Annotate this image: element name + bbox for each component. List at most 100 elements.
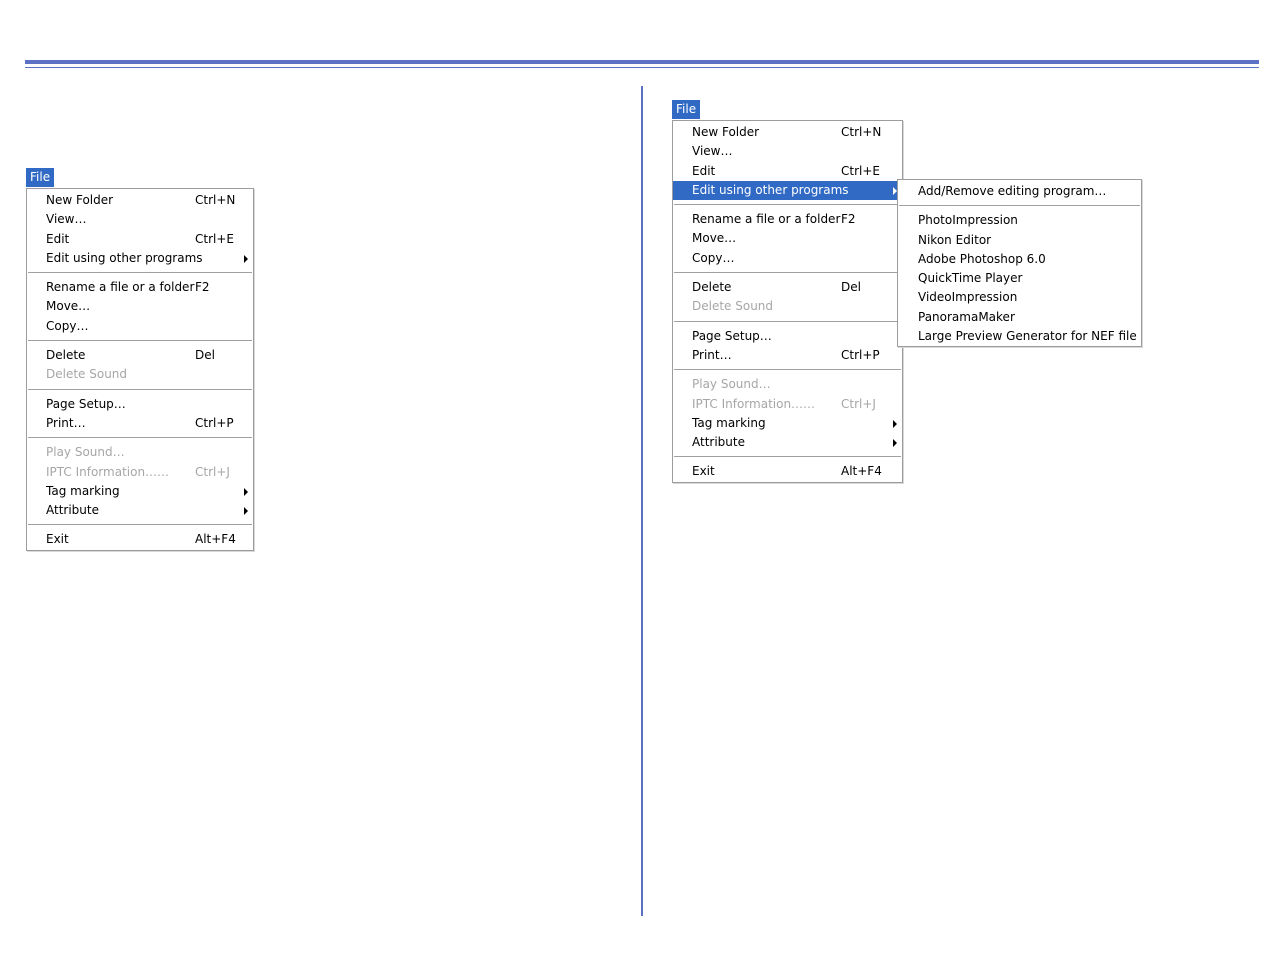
menu-item-print[interactable]: Print… Ctrl+P <box>27 414 253 433</box>
menu-item-delete[interactable]: Delete Del <box>673 278 902 297</box>
menu-item-label: Adobe Photoshop 6.0 <box>918 251 1046 266</box>
menu-item-rename[interactable]: Rename a file or a folder F2 <box>27 278 253 297</box>
submenu-item-large-preview-generator[interactable]: Large Preview Generator for NEF file <box>898 327 1141 346</box>
menu-item-label: Copy… <box>692 250 735 265</box>
file-menu-title[interactable]: File <box>672 100 701 119</box>
menu-item-new-folder[interactable]: New Folder Ctrl+N <box>27 191 253 210</box>
menu-item-delete[interactable]: Delete Del <box>27 346 253 365</box>
submenu-item-videoimpression[interactable]: VideoImpression <box>898 288 1141 307</box>
menu-item-label: View… <box>46 212 87 227</box>
menu-item-label: Delete <box>692 280 732 295</box>
menu-separator <box>673 268 902 278</box>
menu-item-label: Print… <box>692 347 732 362</box>
submenu-item-add-remove[interactable]: Add/Remove editing program… <box>898 182 1141 201</box>
menu-item-shortcut: Ctrl+P <box>195 415 234 430</box>
menu-item-label: Copy… <box>46 318 89 333</box>
menu-separator <box>27 433 253 443</box>
menu-item-label: PanoramaMaker <box>918 309 1015 324</box>
menu-separator <box>27 268 253 278</box>
menu-item-label: View… <box>692 144 733 159</box>
file-menu-title[interactable]: File <box>26 168 55 187</box>
menu-item-label: Delete Sound <box>46 367 128 382</box>
submenu-item-quicktime-player[interactable]: QuickTime Player <box>898 269 1141 288</box>
menu-item-copy[interactable]: Copy… <box>27 317 253 336</box>
menu-item-iptc-information: IPTC Information…… Ctrl+J <box>673 395 902 414</box>
menu-item-label: Nikon Editor <box>918 232 992 247</box>
menu-item-label: PhotoImpression <box>918 213 1018 228</box>
menu-item-label: Move… <box>692 231 737 246</box>
menu-item-label: Large Preview Generator for NEF file <box>918 329 1137 344</box>
menu-item-label: IPTC Information…… <box>46 464 170 479</box>
menu-item-shortcut: F2 <box>841 212 856 227</box>
menu-item-rename[interactable]: Rename a file or a folder F2 <box>673 210 902 229</box>
menu-item-label: Page Setup… <box>46 396 126 411</box>
menu-item-attribute[interactable]: Attribute <box>673 433 902 452</box>
menu-item-label: Edit using other programs <box>692 182 849 197</box>
menu-item-view[interactable]: View… <box>673 142 902 161</box>
menu-separator <box>27 520 253 530</box>
menu-item-label: Tag marking <box>46 483 120 498</box>
menu-item-label: Edit <box>692 163 716 178</box>
menu-item-label: Rename a file or a folder <box>46 280 195 295</box>
menu-item-view[interactable]: View… <box>27 210 253 229</box>
menu-item-print[interactable]: Print… Ctrl+P <box>673 346 902 365</box>
menu-item-exit[interactable]: Exit Alt+F4 <box>27 530 253 549</box>
menu-item-label: QuickTime Player <box>918 271 1023 286</box>
menu-item-edit[interactable]: Edit Ctrl+E <box>673 162 902 181</box>
menu-item-label: Play Sound… <box>46 445 125 460</box>
menu-item-tag-marking[interactable]: Tag marking <box>673 414 902 433</box>
submenu-arrow-icon <box>893 439 897 448</box>
menu-item-move[interactable]: Move… <box>27 297 253 316</box>
menu-item-shortcut: Del <box>841 280 861 295</box>
menu-item-attribute[interactable]: Attribute <box>27 501 253 520</box>
column-divider <box>641 86 643 916</box>
menu-separator <box>898 201 1141 211</box>
menu-item-label: Page Setup… <box>692 328 772 343</box>
menu-item-delete-sound: Delete Sound <box>27 365 253 384</box>
menu-item-shortcut: Alt+F4 <box>195 532 236 547</box>
menu-item-shortcut: F2 <box>195 280 210 295</box>
menu-item-copy[interactable]: Copy… <box>673 249 902 268</box>
menu-item-shortcut: Ctrl+J <box>841 396 876 411</box>
editing-programs-submenu: Add/Remove editing program… PhotoImpress… <box>897 179 1142 348</box>
menu-separator <box>27 385 253 395</box>
menu-item-label: New Folder <box>46 193 114 207</box>
menu-item-label: Attribute <box>692 435 745 450</box>
menu-item-shortcut: Ctrl+E <box>841 163 880 178</box>
menu-item-play-sound: Play Sound… <box>673 375 902 394</box>
menu-item-edit-using-other-programs[interactable]: Edit using other programs <box>27 249 253 268</box>
header-rule <box>25 60 1259 64</box>
menu-item-shortcut: Alt+F4 <box>841 464 882 479</box>
menu-item-label: New Folder <box>692 125 760 139</box>
menu-item-label: Exit <box>46 532 69 547</box>
submenu-item-photoimpression[interactable]: PhotoImpression <box>898 211 1141 230</box>
menu-item-shortcut: Ctrl+N <box>841 125 882 139</box>
menu-item-page-setup[interactable]: Page Setup… <box>27 395 253 414</box>
header-rule-thin <box>25 67 1259 68</box>
menu-separator <box>673 365 902 375</box>
menu-separator <box>673 452 902 462</box>
menu-item-label: Edit <box>46 231 70 246</box>
menu-item-edit[interactable]: Edit Ctrl+E <box>27 230 253 249</box>
menu-item-label: Tag marking <box>692 415 766 430</box>
menu-item-exit[interactable]: Exit Alt+F4 <box>673 462 902 481</box>
menu-item-page-setup[interactable]: Page Setup… <box>673 327 902 346</box>
submenu-item-nikon-editor[interactable]: Nikon Editor <box>898 231 1141 250</box>
menu-item-shortcut: Ctrl+J <box>195 464 230 479</box>
menu-item-edit-using-other-programs[interactable]: Edit using other programs <box>673 180 902 201</box>
submenu-arrow-icon <box>244 507 248 516</box>
menu-item-label: IPTC Information…… <box>692 396 816 411</box>
menu-item-label: Add/Remove editing program… <box>918 184 1107 198</box>
file-menu: New Folder Ctrl+N View… Edit Ctrl+E Edit u… <box>672 120 903 483</box>
menu-item-new-folder[interactable]: New Folder Ctrl+N <box>673 123 902 142</box>
menu-item-iptc-information: IPTC Information…… Ctrl+J <box>27 463 253 482</box>
menu-item-label: Attribute <box>46 503 99 518</box>
menu-item-label: Rename a file or a folder <box>692 212 841 227</box>
menu-item-label: VideoImpression <box>918 290 1018 305</box>
menu-item-label: Delete <box>46 348 86 363</box>
submenu-item-adobe-photoshop[interactable]: Adobe Photoshop 6.0 <box>898 250 1141 269</box>
menu-item-shortcut: Ctrl+P <box>841 347 880 362</box>
submenu-item-panoramamaker[interactable]: PanoramaMaker <box>898 308 1141 327</box>
menu-item-move[interactable]: Move… <box>673 229 902 248</box>
menu-item-tag-marking[interactable]: Tag marking <box>27 482 253 501</box>
